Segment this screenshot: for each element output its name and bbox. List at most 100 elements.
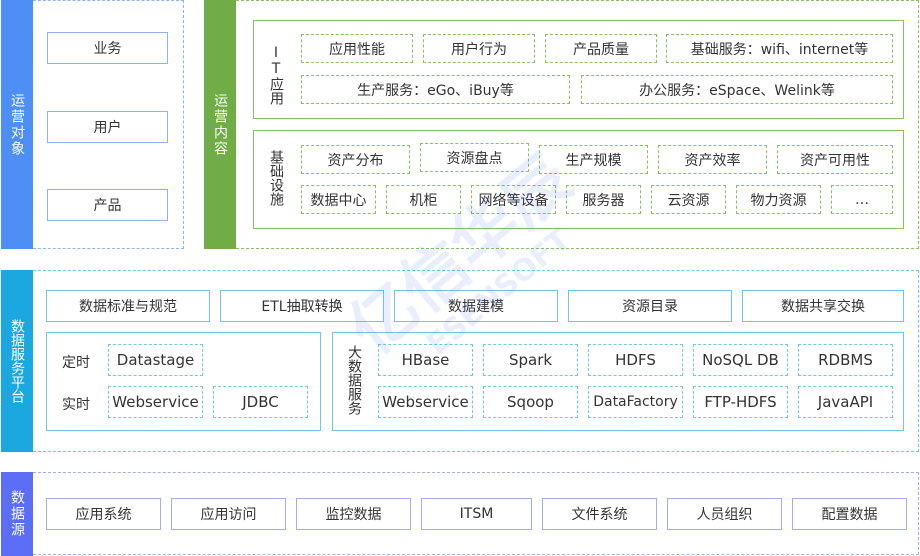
- data-source-item: 应用系统: [46, 498, 161, 530]
- it-app-item: 生产服务：eGo、iBuy等: [301, 75, 570, 104]
- infra-item: 生产规模: [539, 145, 648, 174]
- infra-item-label: 物力资源: [750, 192, 807, 209]
- data-source-item: 文件系统: [542, 498, 657, 530]
- infra-item-label: 资产效率: [684, 152, 741, 169]
- infra-item: …: [831, 185, 893, 214]
- infra-item: 资源盘点: [420, 143, 529, 172]
- infra-item: 资产效率: [658, 145, 767, 174]
- infra-item-label: 数据中心: [310, 192, 367, 209]
- data-source-item: 人员组织: [667, 498, 782, 530]
- ops-object-item-label: 用户: [93, 120, 122, 136]
- bigdata-item-label: JavaAPI: [817, 393, 874, 411]
- ops-object-title: 运营对象: [9, 92, 25, 157]
- bigdata-item-label: Spark: [508, 351, 553, 369]
- ops-content-title: 运营内容: [212, 92, 228, 157]
- data-service-top-item: ETL抽取转换: [220, 290, 384, 322]
- data-source-item-label: 配置数据: [821, 507, 878, 523]
- data-source-item: 监控数据: [296, 498, 411, 530]
- it-app-item-label: 应用性能: [329, 41, 385, 58]
- ops-object-item: 用户: [47, 111, 168, 143]
- ops-object-bar: 运营对象: [1, 0, 33, 249]
- infra-item: 网络等设备: [471, 185, 556, 214]
- integration-item-label: JDBC: [242, 393, 279, 411]
- bigdata-label: 大数据服务: [346, 345, 362, 415]
- infra-label: 基础设施: [268, 150, 284, 206]
- infra-item: 机柜: [386, 185, 461, 214]
- bigdata-item-label: FTP-HDFS: [704, 393, 777, 411]
- bigdata-item: JavaAPI: [798, 386, 893, 418]
- infra-item-label: 网络等设备: [478, 192, 549, 209]
- it-app-item: 办公服务：eSpace、Welink等: [581, 75, 893, 104]
- infra-item: 资产分布: [301, 145, 410, 174]
- data-service-top-label: 数据建模: [448, 299, 504, 315]
- bigdata-item: NoSQL DB: [693, 344, 788, 376]
- infra-item-label: 生产规模: [565, 152, 622, 169]
- bigdata-item-label: HDFS: [615, 351, 656, 369]
- bigdata-item: HBase: [378, 344, 473, 376]
- data-service-top-item: 数据标准与规范: [46, 290, 210, 322]
- data-service-top-label: ETL抽取转换: [261, 299, 343, 315]
- bigdata-item: Webservice: [378, 386, 473, 418]
- infra-item: 物力资源: [736, 185, 821, 214]
- data-service-top-item: 资源目录: [568, 290, 732, 322]
- data-source-item: 配置数据: [792, 498, 907, 530]
- data-source-item: 应用访问: [171, 498, 286, 530]
- data-service-top-item: 数据共享交换: [742, 290, 904, 322]
- integration-item-label: Datastage: [116, 351, 195, 369]
- ops-content-bar: 运营内容: [204, 0, 236, 249]
- data-source-item-label: ITSM: [459, 506, 494, 522]
- infra-item-label: 服务器: [582, 192, 625, 209]
- data-source-title: 数据源: [9, 490, 25, 538]
- data-source-bar: 数据源: [1, 472, 33, 556]
- infra-item-label: 资源盘点: [446, 150, 503, 167]
- ops-object-item: 产品: [47, 189, 168, 221]
- scheduled-label: 定时: [62, 355, 90, 371]
- bigdata-item-label: DataFactory: [593, 394, 678, 410]
- bigdata-item: RDBMS: [798, 344, 893, 376]
- bigdata-item: Sqoop: [483, 386, 578, 418]
- infra-item-label: 资产分布: [327, 152, 384, 169]
- integration-item-label: Webservice: [112, 393, 199, 411]
- it-app-item-label: 产品质量: [573, 41, 629, 58]
- infra-item: 云资源: [651, 185, 726, 214]
- ops-object-item-label: 业务: [93, 41, 122, 57]
- data-service-bar: 数据服务平台: [1, 270, 33, 452]
- integration-item: Datastage: [108, 344, 203, 376]
- infra-item-label: …: [855, 191, 869, 208]
- bigdata-item-label: Sqoop: [507, 393, 554, 411]
- data-source-item: ITSM: [421, 498, 532, 530]
- infra-item-label: 云资源: [667, 192, 710, 209]
- ops-object-item: 业务: [47, 32, 168, 64]
- data-source-item-label: 应用系统: [75, 507, 132, 523]
- integration-item: Webservice: [108, 386, 203, 418]
- data-source-item-label: 文件系统: [571, 507, 628, 523]
- data-source-item-label: 监控数据: [325, 507, 382, 523]
- ops-object-item-label: 产品: [93, 198, 122, 214]
- it-app-item-label: 用户行为: [451, 41, 507, 58]
- it-app-item: 产品质量: [545, 34, 657, 63]
- infra-item: 资产可用性: [777, 145, 893, 174]
- it-app-item-label: 生产服务：eGo、iBuy等: [357, 82, 514, 99]
- bigdata-item-label: NoSQL DB: [702, 351, 779, 369]
- bigdata-item: Spark: [483, 344, 578, 376]
- bigdata-item: FTP-HDFS: [693, 386, 788, 418]
- it-app-item: 应用性能: [301, 34, 413, 63]
- data-service-top-label: 资源目录: [622, 299, 678, 315]
- integration-item: JDBC: [213, 386, 308, 418]
- bigdata-item-label: RDBMS: [818, 351, 873, 369]
- it-app-item: 用户行为: [423, 34, 535, 63]
- bigdata-item-label: HBase: [401, 351, 450, 369]
- data-service-top-label: 数据标准与规范: [79, 299, 177, 315]
- it-app-label: IT应用: [268, 45, 284, 105]
- data-service-top-item: 数据建模: [394, 290, 558, 322]
- realtime-label: 实时: [62, 397, 90, 413]
- it-app-item: 基础服务：wifi、internet等: [666, 34, 893, 63]
- it-app-item-label: 办公服务：eSpace、Welink等: [639, 82, 835, 99]
- bigdata-item: DataFactory: [588, 386, 683, 418]
- bigdata-item-label: Webservice: [382, 393, 469, 411]
- data-service-title: 数据服务平台: [9, 319, 25, 403]
- data-source-item-label: 应用访问: [200, 507, 257, 523]
- infra-item-label: 机柜: [409, 192, 438, 209]
- it-app-item-label: 基础服务：wifi、internet等: [690, 41, 869, 58]
- data-source-item-label: 人员组织: [696, 507, 753, 523]
